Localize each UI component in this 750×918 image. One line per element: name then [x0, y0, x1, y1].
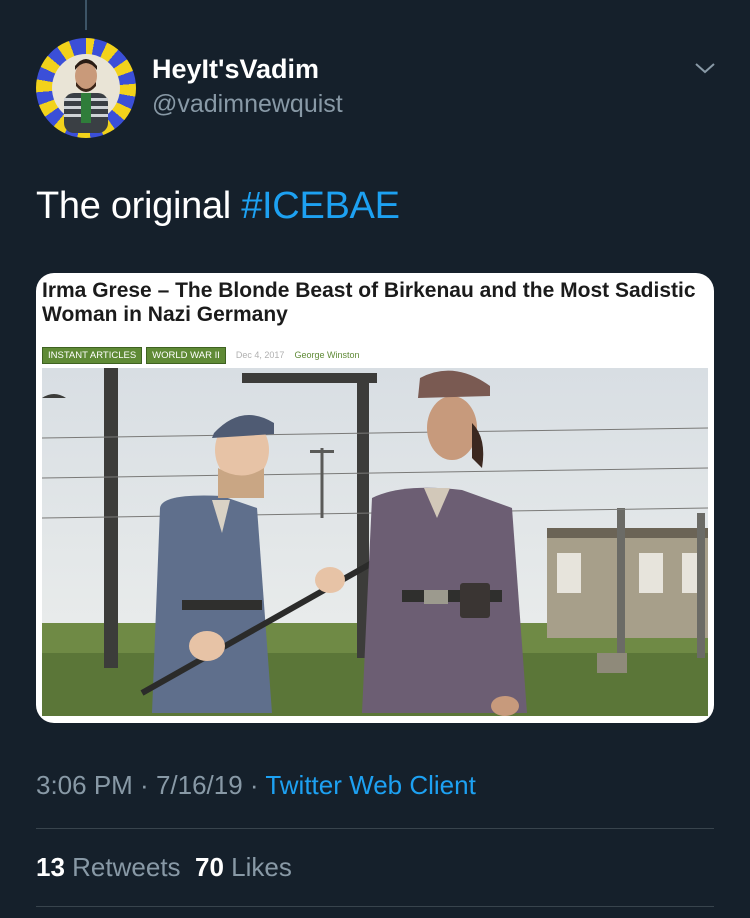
tweet-date[interactable]: 7/16/19	[156, 770, 243, 800]
hashtag-link[interactable]: #ICEBAE	[241, 185, 400, 227]
separator: ·	[242, 770, 266, 800]
engagement-stats: 13 Retweets 70 Likes	[36, 852, 292, 883]
client-link[interactable]: Twitter Web Client	[265, 770, 475, 800]
tweet-timestamp: 3:06 PM · 7/16/19 · Twitter Web Client	[36, 770, 476, 801]
avatar-portrait	[52, 54, 120, 133]
retweets-label: Retweets	[72, 852, 181, 882]
tweet-text: The original #ICEBAE	[36, 185, 400, 228]
user-handle[interactable]: @vadimnewquist	[152, 90, 343, 119]
card-headline[interactable]: Irma Grese – The Blonde Beast of Birkena…	[42, 279, 710, 327]
tag-instant-articles[interactable]: INSTANT ARTICLES	[42, 346, 143, 364]
retweets-stat[interactable]: 13 Retweets	[36, 852, 181, 882]
article-photo	[42, 368, 708, 716]
tweet-text-body: The original	[36, 185, 242, 227]
likes-label: Likes	[231, 852, 292, 882]
chevron-down-icon[interactable]	[692, 58, 718, 78]
likes-stat[interactable]: 70 Likes	[195, 852, 292, 882]
thread-connector-line	[85, 0, 87, 30]
card-author[interactable]: George Winston	[294, 350, 359, 360]
divider	[36, 906, 714, 907]
divider	[36, 828, 714, 829]
card-date: Dec 4, 2017	[235, 350, 285, 360]
card-meta: INSTANT ARTICLES WORLD WAR II Dec 4, 201…	[42, 346, 359, 364]
likes-count: 70	[195, 852, 224, 882]
avatar[interactable]	[36, 38, 136, 138]
separator: ·	[132, 770, 156, 800]
link-card[interactable]: Irma Grese – The Blonde Beast of Birkena…	[36, 273, 714, 723]
retweets-count: 13	[36, 852, 65, 882]
tag-world-war-ii[interactable]: WORLD WAR II	[146, 346, 226, 364]
display-name[interactable]: HeyIt'sVadim	[152, 54, 319, 85]
tweet-time[interactable]: 3:06 PM	[36, 770, 133, 800]
